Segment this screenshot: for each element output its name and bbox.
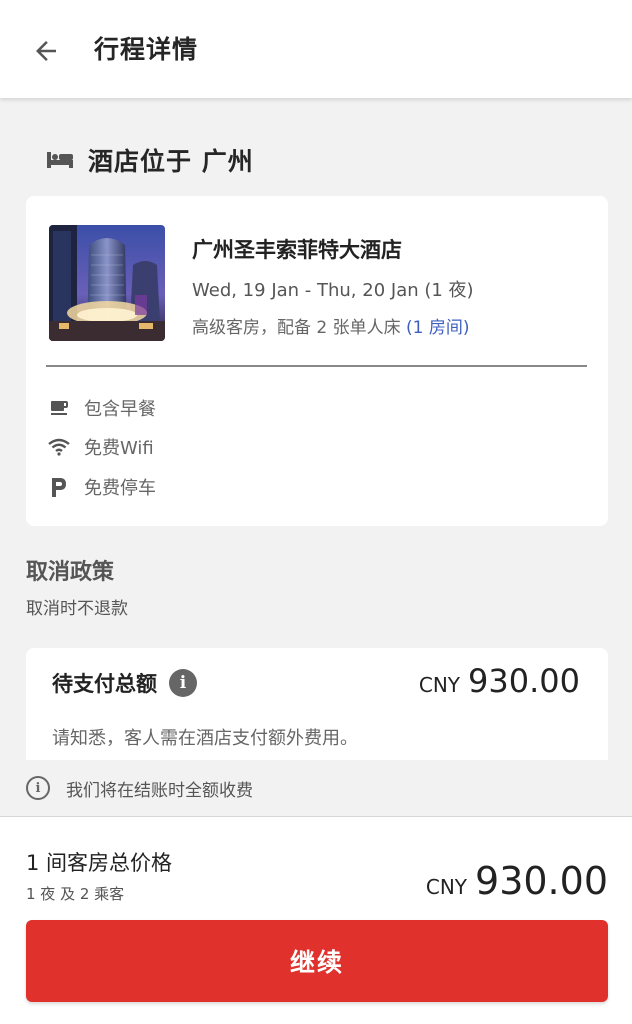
hotel-section-heading: 酒店位于 广州 (46, 140, 254, 180)
parking-icon (48, 476, 70, 498)
bed-icon (47, 152, 73, 168)
amount-due-label: 待支付总额 (52, 672, 157, 696)
info-icon[interactable]: i (169, 669, 197, 697)
currency-code: CNY (425, 875, 468, 899)
page-title: 行程详情 (94, 35, 199, 64)
arrow-left-icon (36, 41, 56, 61)
extra-fees-note: 请知悉，客人需在酒店支付额外费用。 (52, 728, 358, 749)
amenity-wifi: 免费Wifi (48, 433, 154, 461)
coffee-cup-icon (48, 397, 70, 419)
currency-code: CNY (418, 673, 461, 697)
amount-due-value: CNY 930.00 (419, 662, 580, 700)
amenity-breakfast: 包含早餐 (48, 394, 156, 422)
total-price-number: 930.00 (475, 859, 608, 903)
stay-summary: 1 夜 及 2 乘客 (26, 885, 125, 903)
room-description: 高级客房，配备 2 张单人床 (1 房间) (192, 313, 470, 338)
charge-info-text: 我们将在结账时全额收费 (66, 780, 253, 801)
divider (46, 365, 587, 367)
hotel-name: 广州圣丰索菲特大酒店 (192, 238, 402, 262)
amenity-label: 免费Wifi (84, 438, 154, 459)
back-button[interactable] (26, 31, 66, 71)
hotel-photo[interactable] (49, 225, 165, 341)
rooms-count-link[interactable]: (1 房间) (406, 318, 469, 338)
amenity-label: 免费停车 (84, 478, 156, 499)
charge-info: i 我们将在结账时全额收费 (26, 774, 253, 802)
top-app-bar: 行程详情 (0, 0, 632, 98)
total-price-value: CNY 930.00 (426, 859, 608, 903)
total-price-label: 1 间客房总价格 (26, 851, 173, 875)
room-type: 高级客房，配备 2 张单人床 (192, 318, 407, 338)
amenity-parking: 免费停车 (48, 473, 156, 501)
amount-due-number: 930.00 (468, 662, 580, 700)
checkout-bar: 1 间客房总价格 1 夜 及 2 乘客 CNY 930.00 继续 (0, 816, 632, 1024)
continue-button[interactable]: 继续 (26, 920, 608, 1002)
cancellation-policy-text: 取消时不退款 (26, 599, 128, 619)
hotel-section-title: 酒店位于 广州 (88, 147, 254, 176)
wifi-icon (48, 436, 70, 458)
amenity-label: 包含早餐 (84, 399, 156, 420)
stay-dates: Wed, 19 Jan - Thu, 20 Jan (1 夜) (192, 280, 474, 301)
amount-due-card: 待支付总额 i CNY 930.00 请知悉，客人需在酒店支付额外费用。 (26, 648, 608, 760)
info-outline-icon: i (26, 776, 50, 800)
cancellation-policy-title: 取消政策 (26, 560, 115, 585)
hotel-card: 广州圣丰索菲特大酒店 Wed, 19 Jan - Thu, 20 Jan (1 … (26, 196, 608, 526)
amount-due-label-group: 待支付总额 i (52, 668, 197, 698)
